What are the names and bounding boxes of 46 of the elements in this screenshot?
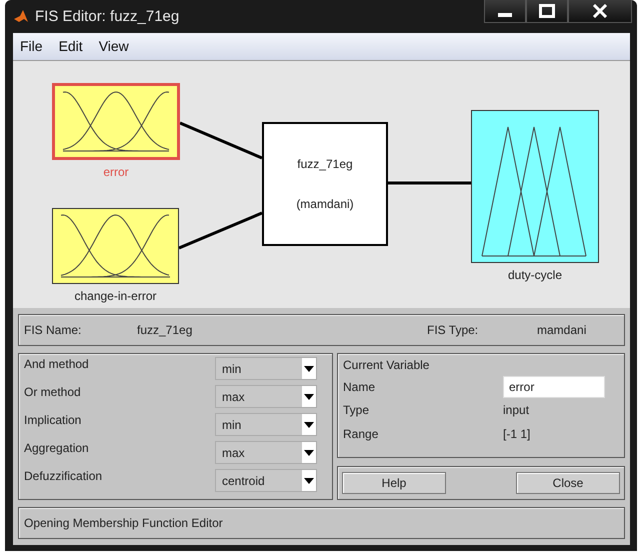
method-dropdown[interactable]: min	[215, 413, 317, 436]
method-label: Or method	[24, 385, 81, 399]
maximize-icon	[539, 4, 555, 18]
dropdown-arrow-icon	[304, 366, 314, 372]
method-dropdown[interactable]: min	[215, 357, 317, 380]
dropdown-arrow-icon	[304, 450, 314, 456]
dropdown-arrow-icon	[304, 478, 314, 484]
status-message: Opening Membership Function Editor	[24, 516, 223, 530]
variable-property-label: Type	[343, 403, 370, 417]
method-dropdown[interactable]: centroid	[215, 469, 317, 492]
menu-item[interactable]: File	[20, 38, 43, 54]
menu-item[interactable]: View	[98, 38, 129, 54]
minimize-icon	[498, 13, 512, 17]
system-name: fuzz_71eg	[297, 156, 353, 171]
field-label: FIS Name:	[24, 323, 82, 337]
app-icon	[13, 8, 29, 24]
variable-property-value: input	[503, 403, 530, 417]
field-label: FIS Type:	[427, 323, 480, 337]
maximize-button[interactable]	[526, 0, 568, 23]
window-title: FIS Editor: fuzz_71eg	[35, 8, 180, 25]
dropdown-arrow-icon	[304, 422, 314, 428]
method-dropdown[interactable]: max	[215, 385, 317, 408]
system-type: (mamdani)	[296, 196, 354, 211]
dropdown-arrow-icon	[304, 394, 314, 400]
method-label: Aggregation	[24, 441, 89, 455]
dialog-button[interactable]: Close	[516, 472, 620, 494]
close-icon	[592, 4, 608, 18]
menu-item[interactable]: Edit	[58, 38, 83, 54]
method-label: Implication	[24, 413, 82, 427]
variable-property-label: Range	[343, 427, 380, 441]
panel-title: Current Variable	[343, 358, 430, 372]
system-node[interactable]: fuzz_71eg (mamdani)	[262, 122, 388, 246]
field-value: mamdani	[537, 323, 588, 337]
dialog-button[interactable]: Help	[342, 472, 446, 494]
variable-property-value: [-1 1]	[503, 427, 532, 441]
method-dropdown[interactable]: max	[215, 441, 317, 464]
variable-property-label: Name	[343, 380, 376, 394]
close-button[interactable]	[568, 0, 632, 23]
name-field[interactable]: error	[503, 376, 605, 398]
method-label: Defuzzification	[24, 469, 102, 483]
variable-label: duty-cycle	[508, 268, 562, 282]
field-value: fuzz_71eg	[137, 323, 194, 337]
variable-label: error	[103, 164, 129, 179]
variable-label: change-in-error	[74, 288, 157, 303]
minimize-button[interactable]	[484, 0, 526, 23]
method-label: And method	[24, 357, 89, 371]
